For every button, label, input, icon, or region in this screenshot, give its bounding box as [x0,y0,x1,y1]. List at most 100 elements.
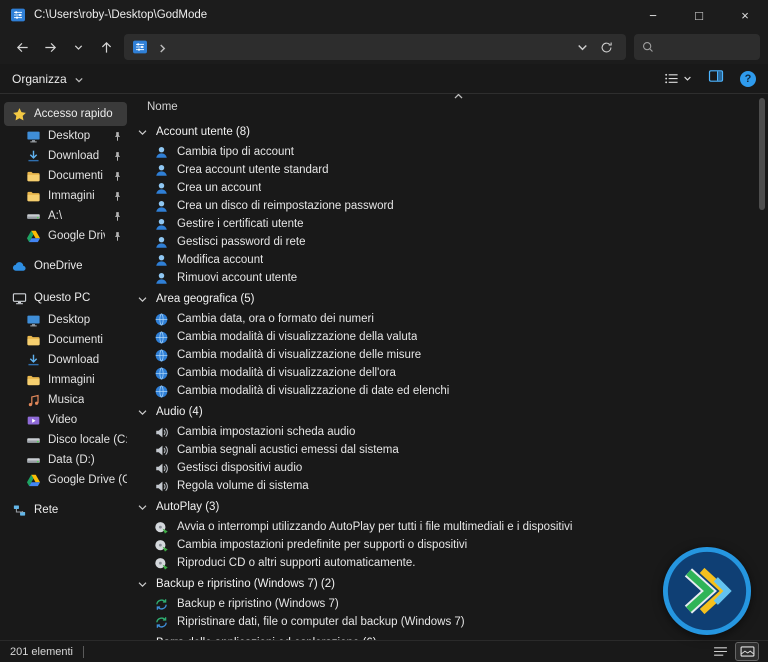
list-item[interactable]: Cambia modalità di visualizzazione dell'… [137,364,754,382]
maximize-button[interactable]: □ [676,0,722,30]
speaker-icon [154,479,169,494]
row-label: Crea account utente standard [177,164,329,176]
list-item[interactable]: Gestisci password di rete [137,233,754,251]
sb-child-label: Musica [48,394,84,406]
breadcrumb-chevron-icon[interactable] [157,41,169,53]
sidebar-item-disco-locale-c[interactable]: Disco locale (C:) [4,430,127,450]
sidebar-item-data-d[interactable]: Data (D:) [4,450,127,470]
sidebar-item-documenti[interactable]: Documenti [4,330,127,350]
list-item[interactable]: Crea un disco di reimpostazione password [137,197,754,215]
sidebar-item-onedrive[interactable]: OneDrive [4,254,127,278]
list-item[interactable]: Cambia modalità di visualizzazione della… [137,328,754,346]
forward-button[interactable] [36,34,64,60]
sidebar-item-rete[interactable]: Rete [4,498,127,522]
list-item[interactable]: Gestire i certificati utente [137,215,754,233]
column-header-label: Nome [147,101,178,113]
row-label: Avvia o interrompi utilizzando AutoPlay … [177,521,572,533]
row-label: Ripristinare dati, file o computer dal b… [177,616,465,628]
column-header-name[interactable]: Nome [131,94,768,120]
title-bar: C:\Users\roby-\Desktop\GodMode − □ × [0,0,768,30]
list-item[interactable]: Cambia tipo di account [137,143,754,161]
autoplay-icon [154,538,169,553]
sidebar-item-desktop[interactable]: Desktop [4,126,127,146]
pin-icon [112,151,123,162]
sb-child-label: Download [48,150,99,162]
help-button[interactable]: ? [740,71,756,87]
sb-child-label: Documenti [48,170,103,182]
sidebar-item-desktop[interactable]: Desktop [4,310,127,330]
sidebar-item-google-drive-g[interactable]: Google Drive (G [4,226,127,246]
pin-icon [112,211,123,222]
sidebar-item-questo-pc[interactable]: Questo PC [4,286,127,310]
list-item[interactable]: Cambia modalità di visualizzazione delle… [137,346,754,364]
sidebar-item-download[interactable]: Download [4,350,127,370]
list-item[interactable]: Avvia o interrompi utilizzando AutoPlay … [137,518,754,536]
list-item[interactable]: Crea account utente standard [137,161,754,179]
user-icon [154,271,169,286]
group-header-autoplay[interactable]: AutoPlay (3) [137,498,754,516]
address-bar[interactable] [124,34,626,60]
organize-label: Organizza [12,72,67,86]
list-item[interactable]: Crea un account [137,179,754,197]
thumbnail-view-icon [740,646,755,657]
list-item[interactable]: Regola volume di sistema [137,477,754,495]
row-label: Cambia modalità di visualizzazione dell'… [177,367,396,379]
row-label: Cambia tipo di account [177,146,294,158]
back-button[interactable] [8,34,36,60]
list-item[interactable]: Modifica account [137,251,754,269]
address-dropdown-chevron-icon[interactable] [570,35,594,59]
group-header-audio[interactable]: Audio (4) [137,403,754,421]
minimize-button[interactable]: − [630,0,676,30]
chevron-down-icon [137,638,148,641]
sidebar-item-documenti[interactable]: Documenti [4,166,127,186]
list-item[interactable]: Gestisci dispositivi audio [137,459,754,477]
globe-icon [154,366,169,381]
status-bar: 201 elementi [0,640,768,662]
details-view-icon [664,71,679,86]
sb-child-label: Disco locale (C:) [48,434,127,446]
thumbnail-view-toggle[interactable] [736,643,758,660]
user-icon [154,235,169,250]
recent-locations-chevron-icon[interactable] [64,34,92,60]
sidebar-item-a[interactable]: A:\ [4,206,127,226]
gdrive-icon [26,473,41,488]
list-item[interactable]: Cambia modalità di visualizzazione di da… [137,382,754,400]
sidebar-item-musica[interactable]: Musica [4,390,127,410]
list-item[interactable]: Rimuovi account utente [137,269,754,287]
row-label: Cambia data, ora o formato dei numeri [177,313,374,325]
search-box[interactable] [634,34,760,60]
sidebar-item-google-drive-g[interactable]: Google Drive (G:) [4,470,127,490]
list-item[interactable]: Cambia segnali acustici emessi dal siste… [137,441,754,459]
row-label: Modifica account [177,254,263,266]
user-icon [154,145,169,160]
details-view-toggle[interactable] [709,643,731,660]
row-label: Crea un account [177,182,261,194]
list-item[interactable]: Cambia data, ora o formato dei numeri [137,310,754,328]
organize-button[interactable]: Organizza [12,72,84,86]
sb-child-label: Desktop [48,314,90,326]
speaker-icon [154,461,169,476]
sidebar-item-immagini[interactable]: Immagini [4,186,127,206]
sidebar-nav: Accesso rapidoDesktopDownloadDocumentiIm… [0,94,131,640]
preview-pane-button[interactable] [708,68,724,89]
sidebar-item-download[interactable]: Download [4,146,127,166]
sidebar-item-immagini[interactable]: Immagini [4,370,127,390]
speaker-icon [154,443,169,458]
scrollbar-thumb[interactable] [759,98,765,210]
folder-icon [26,333,41,348]
refresh-icon[interactable] [594,35,618,59]
sidebar-item-accesso-rapido[interactable]: Accesso rapido [4,102,127,126]
group-header-account-utente[interactable]: Account utente (8) [137,123,754,141]
close-button[interactable]: × [722,0,768,30]
change-view-button[interactable] [664,70,692,88]
group-header-area-geografica[interactable]: Area geografica (5) [137,290,754,308]
cloud-icon [12,259,27,274]
up-button[interactable] [92,34,120,60]
drive-icon [26,209,41,224]
globe-icon [154,312,169,327]
search-input[interactable] [661,41,752,53]
speaker-icon [154,425,169,440]
list-item[interactable]: Cambia impostazioni scheda audio [137,423,754,441]
sidebar-item-video[interactable]: Video [4,410,127,430]
scrollbar[interactable] [758,96,765,638]
